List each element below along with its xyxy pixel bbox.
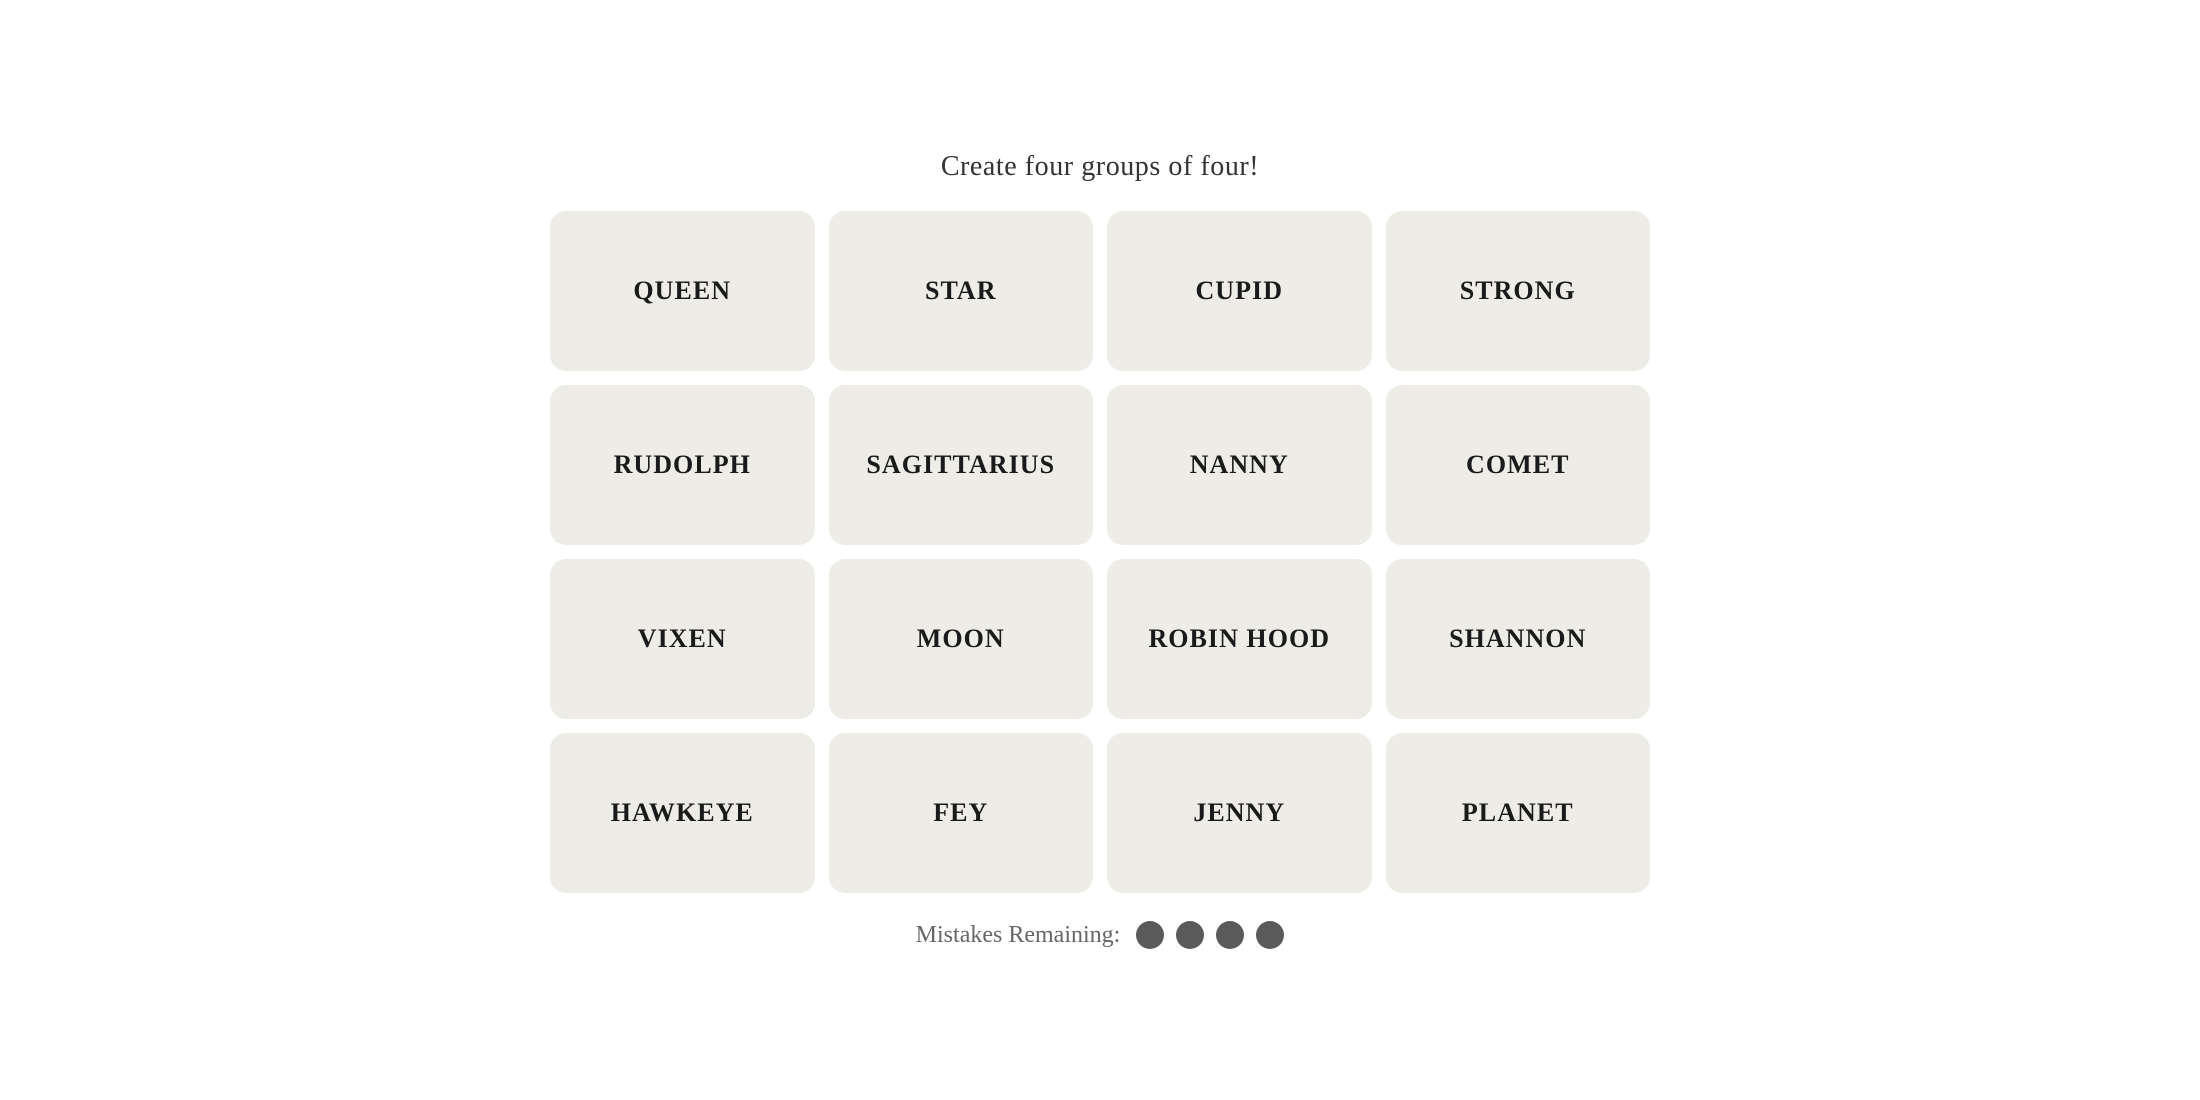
tile-queen[interactable]: QUEEN	[550, 211, 815, 371]
tile-fey[interactable]: FEY	[829, 733, 1094, 893]
tile-label-strong: STRONG	[1460, 276, 1576, 306]
tile-strong[interactable]: STRONG	[1386, 211, 1651, 371]
tile-label-star: STAR	[925, 276, 997, 306]
tile-label-robin-hood: ROBIN HOOD	[1148, 624, 1330, 654]
tile-label-rudolph: RUDOLPH	[614, 450, 751, 480]
mistake-dot-2	[1176, 921, 1204, 949]
tile-label-hawkeye: HAWKEYE	[611, 798, 754, 828]
tile-label-cupid: CUPID	[1195, 276, 1283, 306]
mistakes-dots	[1136, 921, 1284, 949]
mistake-dot-3	[1216, 921, 1244, 949]
tile-label-planet: PLANET	[1462, 798, 1574, 828]
mistake-dot-4	[1256, 921, 1284, 949]
tile-label-vixen: VIXEN	[638, 624, 727, 654]
tile-sagittarius[interactable]: SAGITTARIUS	[829, 385, 1094, 545]
instruction-text: Create four groups of four!	[941, 151, 1259, 183]
mistakes-label: Mistakes Remaining:	[916, 922, 1121, 949]
tile-rudolph[interactable]: RUDOLPH	[550, 385, 815, 545]
tile-comet[interactable]: COMET	[1386, 385, 1651, 545]
tile-vixen[interactable]: VIXEN	[550, 559, 815, 719]
tile-jenny[interactable]: JENNY	[1107, 733, 1372, 893]
tile-label-comet: COMET	[1466, 450, 1569, 480]
mistake-dot-1	[1136, 921, 1164, 949]
tile-label-sagittarius: SAGITTARIUS	[866, 450, 1055, 480]
tile-label-shannon: SHANNON	[1449, 624, 1586, 654]
tile-grid: QUEEN STAR CUPID STRONG RUDOLPH SAGITTARIUS NA…	[550, 211, 1650, 893]
tile-label-fey: FEY	[933, 798, 988, 828]
tile-label-queen: QUEEN	[633, 276, 731, 306]
tile-label-jenny: JENNY	[1193, 798, 1285, 828]
tile-planet[interactable]: PLANET	[1386, 733, 1651, 893]
tile-shannon[interactable]: SHANNON	[1386, 559, 1651, 719]
tile-label-nanny: NANNY	[1190, 450, 1289, 480]
tile-moon[interactable]: MOON	[829, 559, 1094, 719]
tile-label-moon: MOON	[917, 624, 1005, 654]
tile-nanny[interactable]: NANNY	[1107, 385, 1372, 545]
tile-robin-hood[interactable]: ROBIN HOOD	[1107, 559, 1372, 719]
tile-cupid[interactable]: CUPID	[1107, 211, 1372, 371]
tile-star[interactable]: STAR	[829, 211, 1094, 371]
game-container: Create four groups of four! QUEEN STAR CUP…	[550, 151, 1650, 949]
mistakes-row: Mistakes Remaining:	[916, 921, 1285, 949]
tile-hawkeye[interactable]: HAWKEYE	[550, 733, 815, 893]
